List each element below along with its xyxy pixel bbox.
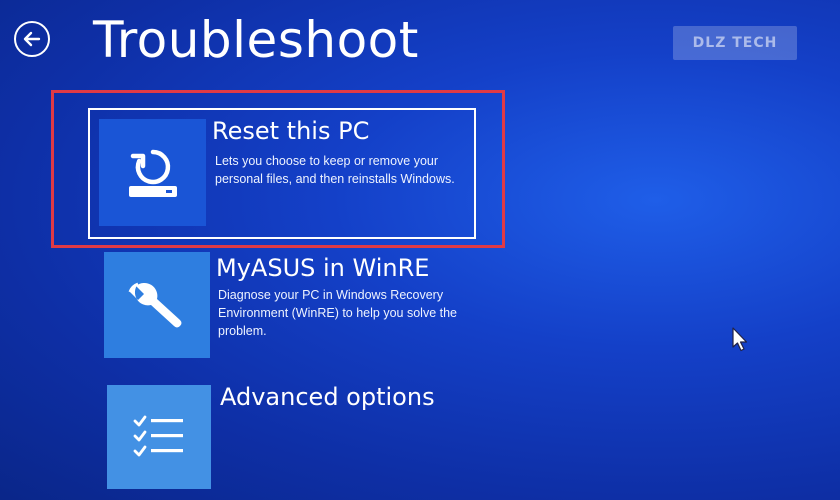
- option-myasus-winre[interactable]: MyASUS in WinRE Diagnose your PC in Wind…: [104, 252, 474, 360]
- watermark-logo: DLZ TECH: [673, 26, 797, 60]
- option-tile: [104, 252, 210, 358]
- option-title: Advanced options: [220, 383, 435, 411]
- option-title: MyASUS in WinRE: [216, 254, 430, 282]
- option-description: Lets you choose to keep or remove your p…: [215, 154, 455, 186]
- option-reset-this-pc[interactable]: Reset this PC Lets you choose to keep or…: [88, 108, 476, 239]
- reset-drive-icon: [128, 149, 177, 197]
- mouse-cursor-icon: [732, 327, 748, 352]
- option-description: Diagnose your PC in Windows Recovery Env…: [218, 288, 457, 338]
- option-title: Reset this PC: [212, 117, 370, 145]
- wrench-icon: [128, 282, 182, 328]
- option-tile: [107, 385, 211, 489]
- option-advanced-options[interactable]: Advanced options: [107, 383, 447, 489]
- back-button[interactable]: [14, 21, 50, 57]
- option-tile: [99, 119, 206, 226]
- back-arrow-icon: [23, 31, 41, 47]
- checklist-icon: [133, 415, 183, 457]
- page-title: Troubleshoot: [93, 11, 419, 69]
